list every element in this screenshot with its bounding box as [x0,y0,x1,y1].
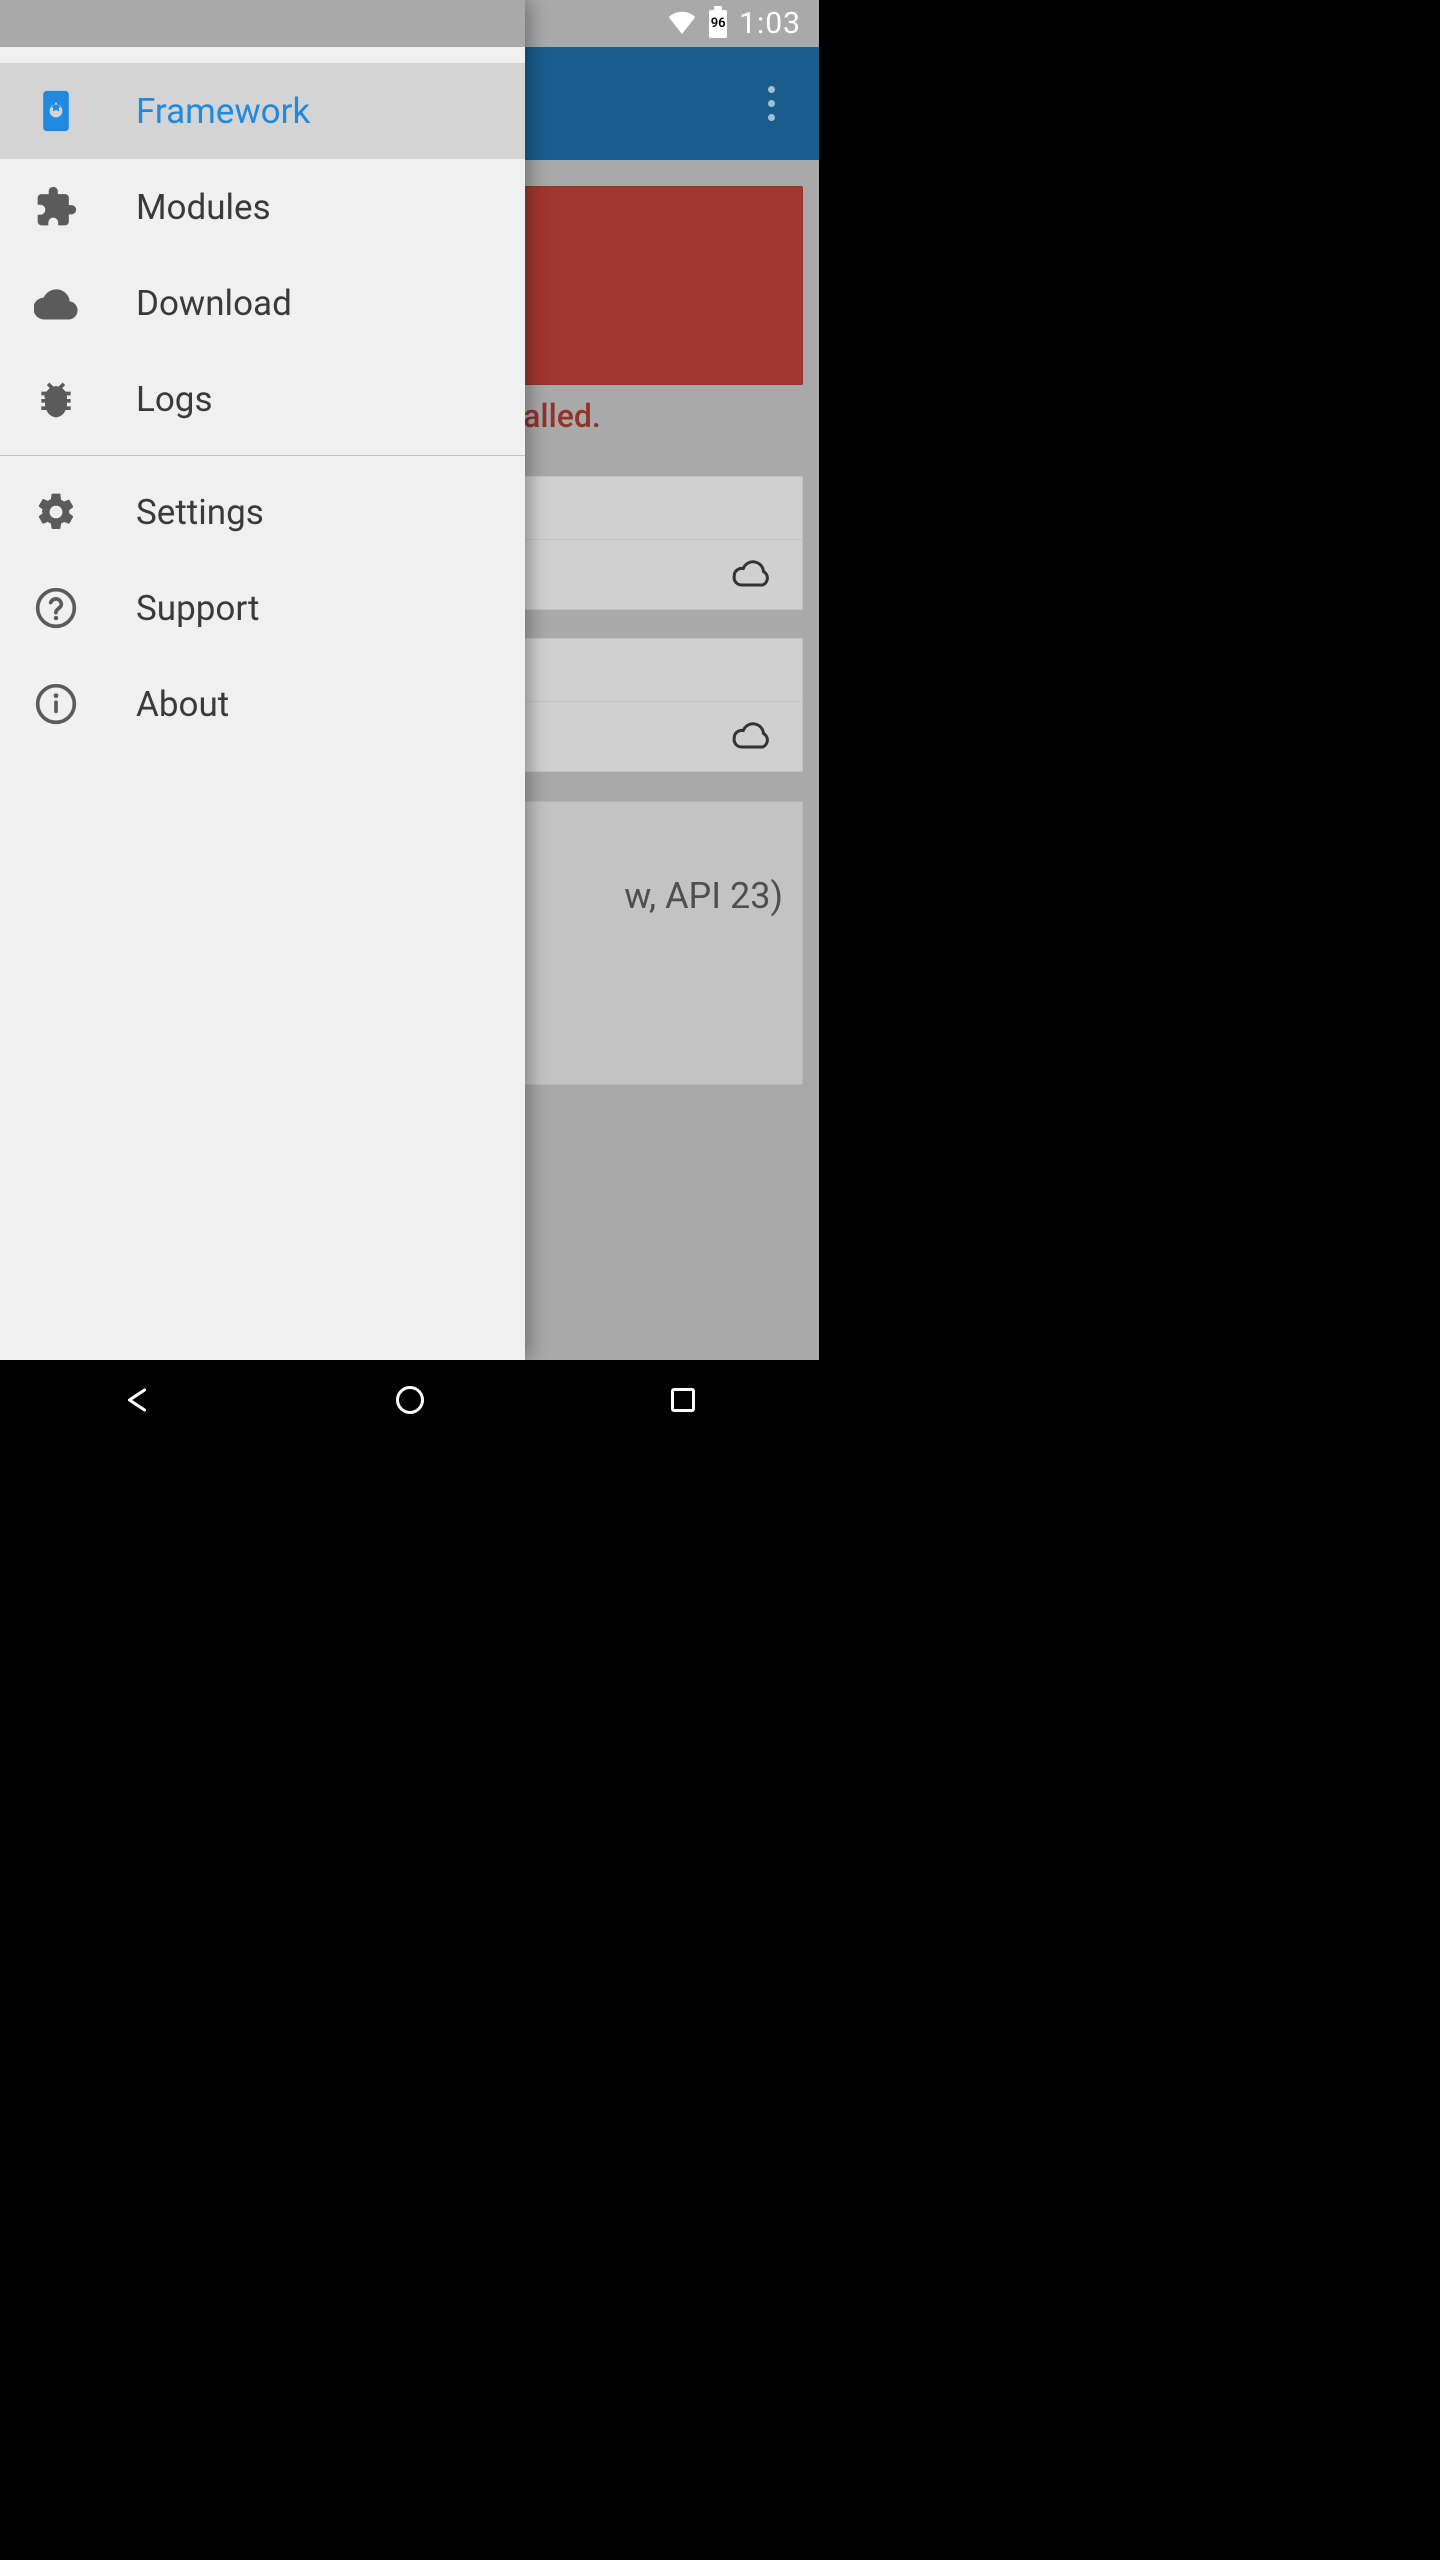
nav-item-logs[interactable]: Logs [0,351,525,447]
nav-label: Support [136,588,260,629]
square-icon [671,1388,695,1412]
nav-label: Download [136,283,292,324]
device-cog-icon [32,87,80,135]
bug-icon [32,375,80,423]
nav-back-button[interactable] [77,1370,197,1430]
nav-label: Modules [136,187,271,228]
cloud-icon [726,555,774,595]
nav-label: Logs [136,379,213,420]
nav-item-download[interactable]: Download [0,255,525,351]
status-clock: 1:03 [739,6,801,41]
cloud-icon [32,279,80,327]
nav-divider [0,455,525,456]
nav-label: Settings [136,492,264,533]
drawer-status-pad [0,0,525,47]
nav-item-support[interactable]: Support [0,560,525,656]
puzzle-icon [32,183,80,231]
nav-item-about[interactable]: About [0,656,525,752]
nav-home-button[interactable] [350,1370,470,1430]
more-vert-icon [768,86,775,121]
nav-label: Framework [136,91,310,132]
wifi-icon [667,10,697,38]
help-icon [32,584,80,632]
nav-item-modules[interactable]: Modules [0,159,525,255]
overflow-menu-button[interactable] [741,47,801,160]
gear-icon [32,488,80,536]
battery-level: 96 [711,16,726,31]
info-icon [32,680,80,728]
cloud-icon [726,717,774,757]
nav-recent-button[interactable] [623,1370,743,1430]
navigation-drawer: Framework Modules Download Logs Se [0,0,525,1360]
nav-item-settings[interactable]: Settings [0,464,525,560]
nav-label: About [136,684,229,725]
device-frame: nstalled. w, API 23) [0,0,819,1440]
status-bar-right: 96 1:03 [667,0,801,47]
battery-icon: 96 [709,10,727,38]
android-nav-bar [0,1360,819,1440]
nav-item-framework[interactable]: Framework [0,63,525,159]
circle-icon [396,1386,424,1414]
